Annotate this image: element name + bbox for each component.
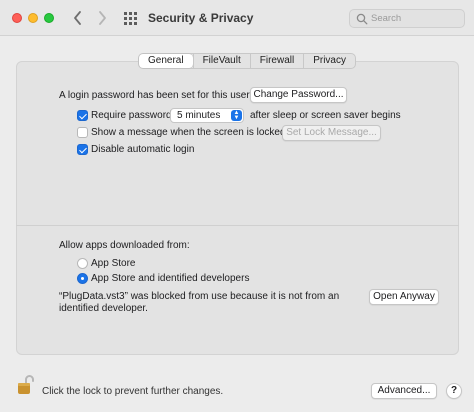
require-password-checkbox[interactable]	[77, 110, 88, 121]
radio-app-store-identified-label: App Store and identified developers	[91, 273, 250, 284]
radio-app-store-identified[interactable]	[77, 273, 88, 284]
minimize-button[interactable]	[28, 13, 38, 23]
title-bar: Security & Privacy Search	[0, 0, 474, 36]
lock-open-icon	[18, 375, 34, 394]
login-password-text: A login password has been set for this u…	[59, 90, 250, 101]
grid-icon	[124, 12, 137, 25]
change-password-button[interactable]: Change Password...	[250, 87, 347, 103]
search-field[interactable]: Search	[349, 9, 465, 28]
chevron-updown-icon: ▲ ▼	[231, 110, 242, 121]
radio-app-store[interactable]	[77, 258, 88, 269]
show-message-checkbox[interactable]	[77, 127, 88, 138]
blocked-message-line2: identified developer.	[59, 303, 148, 314]
tab-bar: General FileVault Firewall Privacy	[138, 53, 356, 69]
disable-auto-login-checkbox[interactable]	[77, 144, 88, 155]
tab-privacy[interactable]: Privacy	[303, 54, 355, 68]
require-password-delay-select[interactable]: 5 minutes ▲ ▼	[170, 108, 244, 123]
security-privacy-window: Security & Privacy Search General FileVa…	[0, 0, 474, 412]
chevron-right-icon	[99, 11, 106, 25]
radio-app-store-label: App Store	[91, 258, 136, 269]
lock-text: Click the lock to prevent further change…	[42, 386, 224, 397]
section-divider	[16, 225, 459, 226]
show-message-label: Show a message when the screen is locked	[91, 127, 286, 138]
set-lock-message-button[interactable]: Set Lock Message...	[282, 125, 381, 141]
tab-general[interactable]: General	[139, 54, 193, 68]
help-button[interactable]: ?	[446, 383, 462, 399]
require-password-label: Require password	[91, 110, 172, 121]
window-title: Security & Privacy	[148, 11, 254, 25]
tab-filevault[interactable]: FileVault	[192, 54, 250, 68]
require-password-suffix: after sleep or screen saver begins	[250, 110, 401, 121]
require-password-delay-value: 5 minutes	[177, 110, 221, 121]
close-button[interactable]	[12, 13, 22, 23]
blocked-message-line1: “PlugData.vst3” was blocked from use bec…	[59, 291, 340, 302]
zoom-button[interactable]	[44, 13, 54, 23]
open-anyway-button[interactable]: Open Anyway	[369, 289, 439, 305]
back-button[interactable]	[70, 9, 86, 27]
lock-button[interactable]	[17, 374, 35, 396]
search-placeholder: Search	[371, 13, 402, 24]
search-icon	[356, 13, 368, 25]
tab-firewall[interactable]: Firewall	[249, 54, 303, 68]
show-all-button[interactable]	[124, 12, 137, 25]
advanced-button[interactable]: Advanced...	[371, 383, 437, 399]
disable-auto-login-label: Disable automatic login	[91, 144, 195, 155]
allow-apps-heading: Allow apps downloaded from:	[59, 240, 190, 251]
chevron-left-icon	[74, 11, 81, 25]
forward-button[interactable]	[94, 9, 110, 27]
